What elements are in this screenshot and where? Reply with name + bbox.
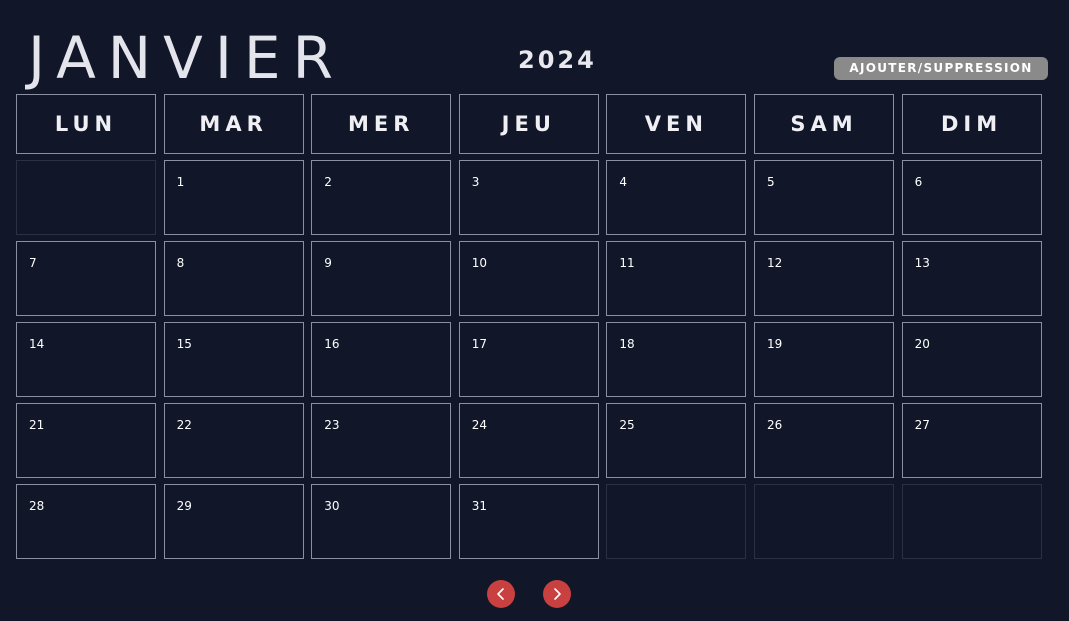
day-number: 13 xyxy=(914,256,930,270)
calendar-weeks: 1 2 3 4 5 6 7 8 9 10 11 12 13 14 15 16 17 18 19 20 21 22 23 24 2… xyxy=(16,160,1042,559)
day-number: 25 xyxy=(619,418,635,432)
day-number: 15 xyxy=(176,337,192,351)
day-number: 14 xyxy=(29,337,45,351)
week-row: 1 2 3 4 5 6 xyxy=(16,160,1042,235)
day-number: 11 xyxy=(619,256,635,270)
day-number: 16 xyxy=(324,337,340,351)
day-cell[interactable]: 31 xyxy=(458,484,599,559)
add-remove-button[interactable]: AJOUTER/SUPPRESSION xyxy=(834,57,1048,80)
day-cell[interactable]: 30 xyxy=(311,484,452,559)
day-cell[interactable]: 8 xyxy=(163,241,304,316)
day-number: 24 xyxy=(471,418,488,432)
day-cell[interactable]: 20 xyxy=(901,322,1042,397)
day-cell[interactable]: 18 xyxy=(606,322,747,397)
day-number: 8 xyxy=(176,256,185,270)
day-number: 12 xyxy=(766,256,783,270)
day-number: 2 xyxy=(324,175,332,189)
day-number: 28 xyxy=(29,499,45,513)
day-number: 22 xyxy=(176,418,192,432)
month-title: JANVIER xyxy=(28,24,345,92)
day-cell[interactable]: 1 xyxy=(163,160,304,235)
day-cell[interactable]: 24 xyxy=(458,403,599,478)
day-number: 19 xyxy=(766,337,783,351)
day-number: 4 xyxy=(619,175,628,189)
day-number: 5 xyxy=(766,175,775,189)
calendar-grid: LUN MAR MER JEU VEN SAM DIM 1 2 3 4 5 6 7 8 9 10 1… xyxy=(16,94,1042,565)
day-cell[interactable]: 16 xyxy=(311,322,452,397)
day-cell[interactable]: 3 xyxy=(458,160,599,235)
day-cell[interactable]: 27 xyxy=(901,403,1042,478)
day-number: 30 xyxy=(324,499,340,513)
day-cell[interactable]: 2 xyxy=(311,160,452,235)
day-cell[interactable]: 19 xyxy=(753,322,894,397)
day-number: 21 xyxy=(29,418,45,432)
day-cell[interactable]: 26 xyxy=(753,403,894,478)
day-number: 31 xyxy=(471,499,488,513)
weekday-header-row: LUN MAR MER JEU VEN SAM DIM xyxy=(16,94,1042,154)
day-cell[interactable]: 9 xyxy=(311,241,452,316)
day-cell[interactable]: 28 xyxy=(16,484,156,559)
day-cell[interactable]: 29 xyxy=(163,484,304,559)
day-cell[interactable]: 7 xyxy=(16,241,156,316)
week-row: 28 29 30 31 xyxy=(16,484,1042,559)
day-number: 7 xyxy=(29,256,37,270)
week-row: 14 15 16 17 18 19 20 xyxy=(16,322,1042,397)
day-number: 23 xyxy=(324,418,340,432)
empty-day-cell xyxy=(16,160,156,235)
chevron-right-icon xyxy=(554,588,561,600)
day-number: 27 xyxy=(914,418,930,432)
day-cell[interactable]: 11 xyxy=(606,241,747,316)
week-row: 7 8 9 10 11 12 13 xyxy=(16,241,1042,316)
day-cell[interactable]: 14 xyxy=(16,322,156,397)
day-number: 17 xyxy=(471,337,488,351)
chevron-left-icon xyxy=(497,588,504,600)
week-row: 21 22 23 24 25 26 27 xyxy=(16,403,1042,478)
weekday-header: VEN xyxy=(606,94,747,154)
day-cell[interactable]: 5 xyxy=(753,160,894,235)
day-number: 1 xyxy=(176,175,185,189)
day-number: 18 xyxy=(619,337,635,351)
weekday-header: LUN xyxy=(16,94,156,154)
day-number: 6 xyxy=(914,175,923,189)
next-month-button[interactable] xyxy=(543,580,571,608)
day-cell[interactable]: 17 xyxy=(458,322,599,397)
day-cell[interactable]: 15 xyxy=(163,322,304,397)
day-cell[interactable]: 4 xyxy=(606,160,747,235)
day-number: 26 xyxy=(766,418,783,432)
day-cell[interactable]: 6 xyxy=(901,160,1042,235)
year-title: 2024 xyxy=(518,46,597,74)
weekday-header: MAR xyxy=(163,94,304,154)
day-number: 3 xyxy=(471,175,480,189)
previous-month-button[interactable] xyxy=(487,580,515,608)
day-number: 29 xyxy=(176,499,192,513)
empty-day-cell xyxy=(901,484,1042,559)
day-cell[interactable]: 21 xyxy=(16,403,156,478)
day-cell[interactable]: 25 xyxy=(606,403,747,478)
weekday-header: JEU xyxy=(458,94,599,154)
day-number: 20 xyxy=(914,337,930,351)
weekday-header: MER xyxy=(311,94,452,154)
empty-day-cell xyxy=(606,484,747,559)
day-cell[interactable]: 22 xyxy=(163,403,304,478)
weekday-header: DIM xyxy=(901,94,1042,154)
day-number: 9 xyxy=(324,256,332,270)
weekday-header: SAM xyxy=(753,94,894,154)
day-cell[interactable]: 12 xyxy=(753,241,894,316)
day-cell[interactable]: 10 xyxy=(458,241,599,316)
day-number: 10 xyxy=(471,256,488,270)
day-cell[interactable]: 13 xyxy=(901,241,1042,316)
empty-day-cell xyxy=(753,484,894,559)
day-cell[interactable]: 23 xyxy=(311,403,452,478)
